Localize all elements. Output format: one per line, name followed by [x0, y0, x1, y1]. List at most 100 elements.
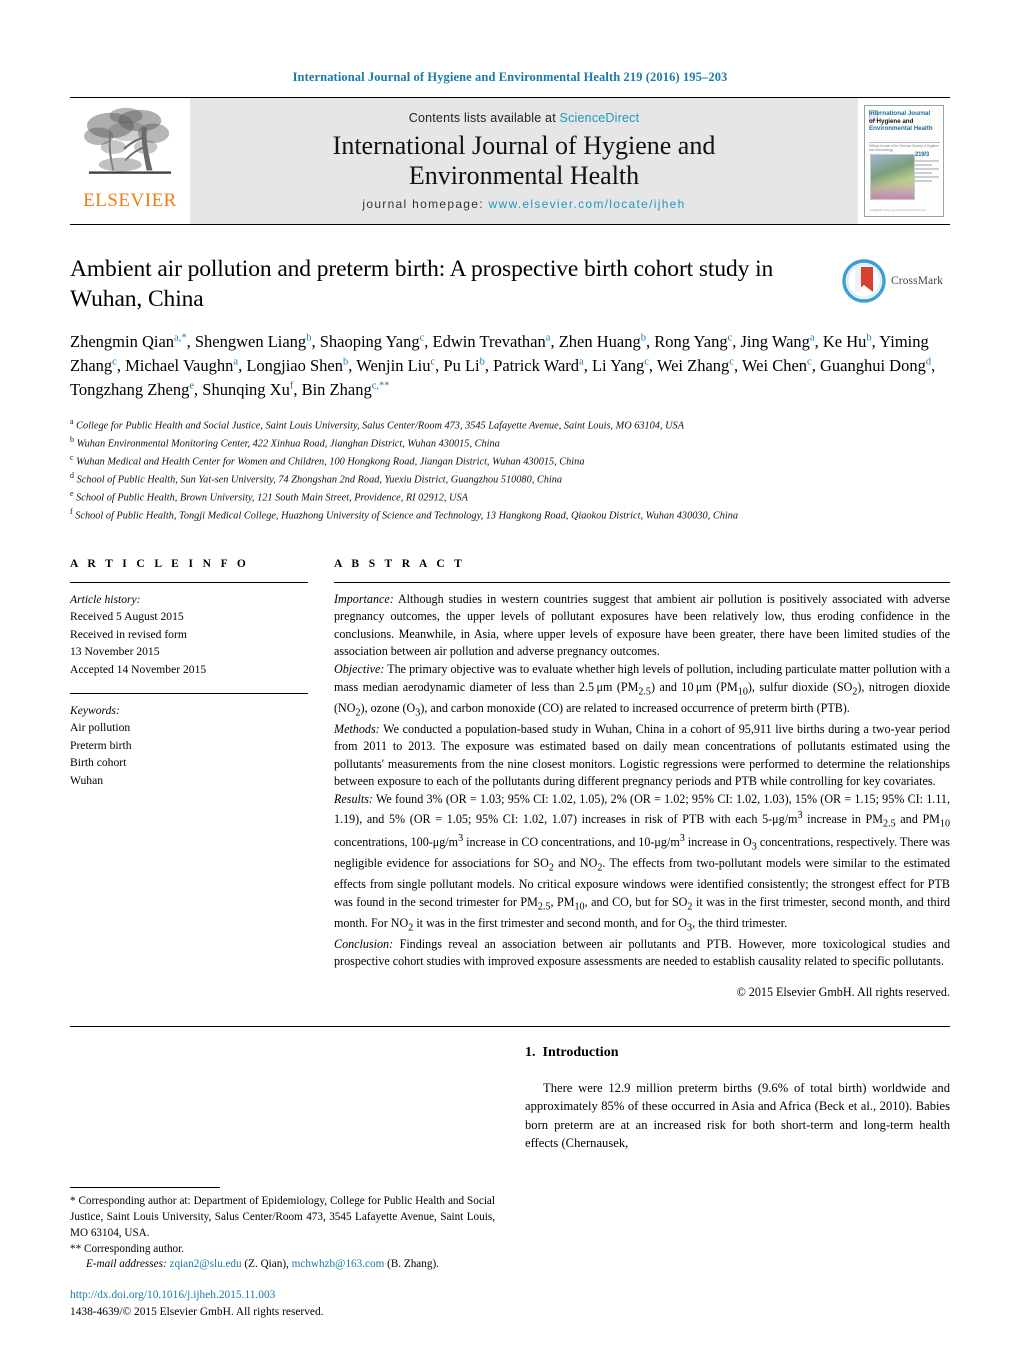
- info-abstract-section: A R T I C L E I N F O Article history: R…: [70, 558, 950, 1000]
- doi-link[interactable]: http://dx.doi.org/10.1016/j.ijheh.2015.1…: [70, 1287, 495, 1304]
- objective-label: Objective:: [334, 661, 385, 676]
- divider: [70, 692, 308, 694]
- methods-text: We conducted a population-based study in…: [334, 721, 950, 789]
- right-body-column: 1. Introduction There were 12.9 million p…: [525, 1037, 950, 1321]
- affiliation-text: College for Public Health and Social Jus…: [76, 420, 684, 432]
- abstract-objective: Objective: The primary objective was to …: [334, 661, 950, 721]
- citation-link-2[interactable]: Chernausek,: [566, 1136, 629, 1150]
- results-text: We found 3% (OR = 1.03; 95% CI: 1.02, 1.…: [334, 792, 951, 933]
- corresponding-author-note-2: ** Corresponding author.: [70, 1242, 495, 1258]
- cover-line: [915, 164, 932, 166]
- abstract-copyright: © 2015 Elsevier GmbH. All rights reserve…: [736, 984, 950, 999]
- keyword-item: Birth cohort: [70, 756, 127, 770]
- affiliation-item: a College for Public Health and Social J…: [70, 416, 950, 434]
- cover-line: [915, 172, 932, 174]
- importance-label: Importance:: [334, 591, 394, 606]
- cover-divider: [869, 142, 940, 143]
- abstract-conclusion: Conclusion: Findings reveal an associati…: [334, 936, 950, 971]
- affiliation-text: Wuhan Medical and Health Center for Wome…: [76, 456, 585, 468]
- paper-page: International Journal of Hygiene and Env…: [0, 0, 1020, 1351]
- article-history: Article history: Received 5 August 2015 …: [70, 591, 308, 679]
- conclusion-label: Conclusion:: [334, 936, 394, 951]
- cover-sidebar: 219/3: [915, 152, 939, 184]
- journal-cover-thumbnail: International Journal of Hygiene and Env…: [858, 98, 950, 224]
- cover-issue-label: 219/3: [915, 152, 930, 158]
- section-number: 1.: [525, 1044, 536, 1060]
- cover-image: International Journal of Hygiene and Env…: [864, 105, 944, 217]
- journal-masthead: ELSEVIER Contents lists available at Sci…: [70, 97, 950, 225]
- affiliation-marker: e: [70, 488, 74, 498]
- crossmark-label: CrossMark: [891, 275, 944, 287]
- article-info-column: A R T I C L E I N F O Article history: R…: [70, 558, 308, 1000]
- elsevier-tree-icon: [84, 107, 172, 174]
- cover-footer: Available online at www.sciencedirect.co…: [870, 208, 927, 212]
- journal-title-line1: International Journal of Hygiene and: [332, 131, 716, 161]
- history-line: 13 November 2015: [70, 645, 160, 659]
- introduction-paragraph: There were 12.9 million preterm births (…: [525, 1079, 950, 1153]
- footnote-dstar-text: Corresponding author.: [81, 1242, 185, 1255]
- methods-label: Methods:: [334, 721, 380, 736]
- affiliation-item: d School of Public Health, Sun Yat-sen U…: [70, 470, 950, 488]
- affiliation-marker: c: [70, 453, 74, 463]
- abstract-methods: Methods: We conducted a population-based…: [334, 721, 950, 791]
- cover-line: [915, 168, 939, 170]
- journal-homepage-link[interactable]: www.elsevier.com/locate/ijheh: [489, 197, 686, 211]
- footnote-star-text: Corresponding author at: Department of E…: [70, 1194, 495, 1239]
- footnote-area: * Corresponding author at: Department of…: [70, 1037, 495, 1321]
- affiliation-item: f School of Public Health, Tongji Medica…: [70, 506, 950, 524]
- email-owner-2: (B. Zhang).: [384, 1258, 439, 1271]
- affiliation-text: Wuhan Environmental Monitoring Center, 4…: [76, 438, 500, 450]
- article-info-heading: A R T I C L E I N F O: [70, 557, 250, 570]
- homepage-prefix: journal homepage:: [362, 196, 489, 211]
- author-list: Zhengmin Qiana,*, Shengwen Liangb, Shaop…: [70, 332, 936, 400]
- email-owner-1: (Z. Qian),: [241, 1258, 292, 1271]
- citation-link-1[interactable]: Beck et al., 2010: [819, 1099, 905, 1113]
- affiliation-marker: b: [70, 435, 74, 445]
- abstract-body: Importance: Although studies in western …: [334, 591, 950, 971]
- running-head: International Journal of Hygiene and Env…: [292, 70, 728, 84]
- abstract-heading: A B S T R A C T: [334, 557, 466, 570]
- email-link-2[interactable]: mchwhzb@163.com: [292, 1258, 385, 1270]
- cover-title-line2: of Hygiene and: [869, 117, 914, 125]
- cover-line: [915, 180, 932, 182]
- affiliation-item: c Wuhan Medical and Health Center for Wo…: [70, 452, 950, 470]
- page-title: Ambient air pollution and preterm birth:…: [70, 256, 774, 312]
- left-body-column: * Corresponding author at: Department of…: [70, 1037, 495, 1321]
- affiliation-text: School of Public Health, Brown Universit…: [76, 492, 468, 504]
- section-title: Introduction: [542, 1044, 619, 1060]
- footnote-divider: [70, 1186, 220, 1188]
- elsevier-wordmark: ELSEVIER: [83, 190, 177, 211]
- crossmark-icon: [842, 259, 886, 303]
- divider: [334, 581, 950, 583]
- sciencedirect-link[interactable]: ScienceDirect: [560, 111, 640, 125]
- importance-text: Although studies in western countries su…: [334, 591, 950, 659]
- conclusion-text: Findings reveal an association between a…: [334, 936, 950, 969]
- history-line: Accepted 14 November 2015: [70, 663, 207, 677]
- contents-prefix: Contents lists available at: [408, 111, 560, 126]
- introduction-heading: 1. Introduction: [525, 1045, 950, 1061]
- affiliation-list: a College for Public Health and Social J…: [70, 416, 950, 523]
- journal-homepage-line: journal homepage: www.elsevier.com/locat…: [362, 197, 685, 211]
- email-label: E-mail addresses:: [86, 1258, 167, 1271]
- keyword-item: Wuhan: [70, 774, 104, 788]
- elsevier-logo: ELSEVIER: [70, 98, 190, 224]
- footnote-marker-doublestar: **: [70, 1242, 82, 1255]
- journal-title-line2: Environmental Health: [408, 161, 640, 190]
- doi-block: http://dx.doi.org/10.1016/j.ijheh.2015.1…: [70, 1287, 495, 1320]
- objective-text: The primary objective was to evaluate wh…: [334, 661, 950, 719]
- email-link-1[interactable]: zqian2@slu.edu: [169, 1258, 241, 1270]
- issn-copyright: 1438-4639/© 2015 Elsevier GmbH. All righ…: [70, 1305, 324, 1318]
- cover-title: International Journal of Hygiene and Env…: [869, 110, 940, 133]
- history-line: Received 5 August 2015: [70, 610, 184, 624]
- crossmark-badge[interactable]: CrossMark: [842, 255, 950, 303]
- affiliation-item: e School of Public Health, Brown Univers…: [70, 488, 950, 506]
- corresponding-author-note: * Corresponding author at: Department of…: [70, 1194, 495, 1242]
- title-area: Ambient air pollution and preterm birth:…: [70, 255, 950, 330]
- affiliation-text: School of Public Health, Tongji Medical …: [75, 510, 738, 522]
- contents-line: Contents lists available at ScienceDirec…: [409, 111, 640, 125]
- keyword-item: Preterm birth: [70, 738, 132, 752]
- cover-title-line3: Environmental Health: [869, 125, 933, 133]
- cover-line: [915, 160, 939, 162]
- abstract-importance: Importance: Although studies in western …: [334, 591, 950, 661]
- history-line: Received in revised form: [70, 627, 187, 641]
